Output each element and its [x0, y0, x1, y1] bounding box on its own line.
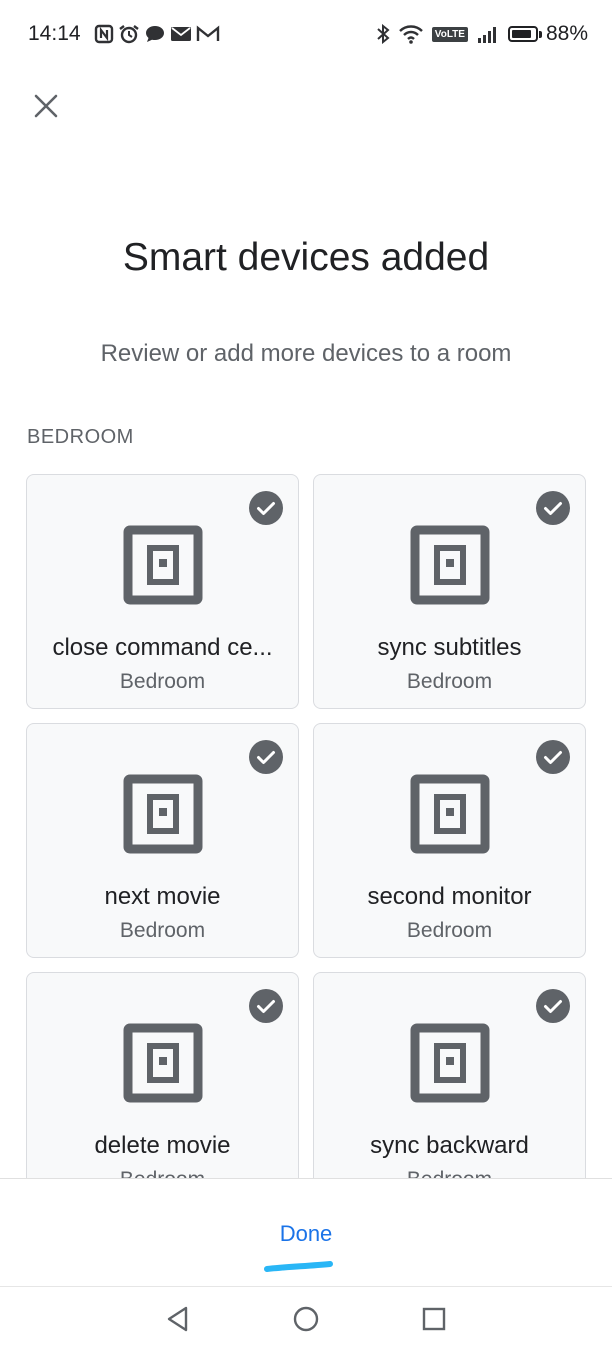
signal-icon	[477, 27, 496, 43]
status-time: 14:14	[28, 22, 81, 45]
close-button[interactable]	[28, 88, 64, 124]
device-icon	[123, 1023, 203, 1103]
annotation-underline	[264, 1261, 333, 1272]
device-icon	[410, 1023, 490, 1103]
device-icon	[123, 525, 203, 605]
device-room: Bedroom	[119, 670, 206, 693]
device-icon	[410, 774, 490, 854]
back-icon[interactable]	[162, 1303, 194, 1335]
recents-icon[interactable]	[418, 1303, 450, 1335]
device-name: close command ce...	[52, 634, 273, 661]
checkmark-icon[interactable]	[536, 989, 570, 1023]
page-title: Smart devices added	[122, 236, 490, 279]
done-button[interactable]: Done	[0, 1221, 612, 1247]
device-name: second monitor	[367, 883, 532, 910]
volte-icon: VoLTE	[431, 26, 468, 42]
device-name: next movie	[104, 883, 221, 910]
device-card-3[interactable]: next movie Bedroom	[26, 723, 299, 958]
device-icon	[123, 774, 203, 854]
alarm-icon	[119, 25, 139, 44]
checkmark-icon[interactable]	[536, 740, 570, 774]
device-room: Bedroom	[406, 919, 493, 942]
checkmark-icon[interactable]	[249, 491, 283, 525]
status-bar: 14:14 VoLTE 88%	[0, 0, 612, 72]
mail-icon	[171, 27, 191, 41]
notification-icons	[94, 24, 220, 44]
device-room: Bedroom	[322, 1168, 577, 1178]
device-card-5[interactable]: delete movie Bedroom	[26, 972, 299, 1178]
bluetooth-icon	[377, 24, 390, 44]
chat-icon	[146, 26, 164, 42]
device-card-4[interactable]: second monitor Bedroom	[313, 723, 586, 958]
checkmark-icon[interactable]	[536, 491, 570, 525]
device-card-6[interactable]: sync backward Bedroom	[313, 972, 586, 1178]
device-list[interactable]: close command ce... Bedroom sync subtitl…	[0, 470, 612, 1178]
home-icon[interactable]	[290, 1303, 322, 1335]
gmail-icon	[196, 25, 220, 41]
device-name: sync backward	[370, 1132, 529, 1159]
battery-percent: 88%	[545, 22, 588, 45]
wifi-icon	[398, 25, 423, 44]
battery-indicator: 88%	[507, 22, 588, 46]
bottom-action-bar: Done	[0, 1178, 612, 1286]
section-heading-bedroom: BEDROOM	[27, 426, 134, 448]
device-grid: close command ce... Bedroom sync subtitl…	[26, 474, 586, 1178]
navigation-bar	[0, 1286, 612, 1351]
device-card-2[interactable]: sync subtitles Bedroom	[313, 474, 586, 709]
checkmark-icon[interactable]	[249, 989, 283, 1023]
battery-icon	[507, 26, 538, 42]
device-icon	[410, 525, 490, 605]
device-card-1[interactable]: close command ce... Bedroom	[26, 474, 299, 709]
checkmark-icon[interactable]	[249, 740, 283, 774]
nfc-icon	[94, 24, 114, 44]
device-room: Bedroom	[35, 1168, 290, 1178]
system-icons: VoLTE 88%	[376, 22, 588, 46]
close-icon	[34, 94, 58, 118]
device-room: Bedroom	[406, 670, 493, 693]
page-subtitle: Review or add more devices to a room	[100, 340, 512, 367]
device-room: Bedroom	[119, 919, 206, 942]
device-name: sync subtitles	[377, 634, 522, 661]
device-name: delete movie	[94, 1132, 231, 1159]
